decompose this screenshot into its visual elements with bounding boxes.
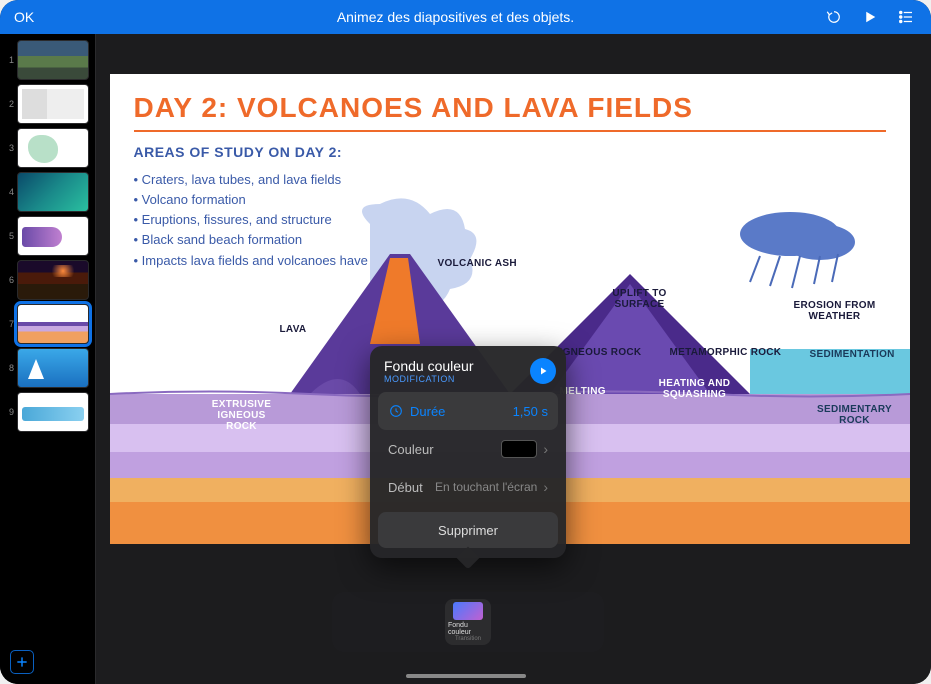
top-toolbar: OK Animez des diapositives et des objets… [0,0,931,34]
color-label: Couleur [388,442,434,457]
undo-icon[interactable] [825,8,843,26]
popover-title: Fondu couleur [384,358,530,374]
title-divider [134,130,886,132]
transition-swatch-icon [453,602,483,620]
toolbar-title: Animez des diapositives et des objets. [100,9,811,25]
label-volcanic-ash: VOLCANIC ASH [438,258,517,269]
label-sedimentation: SEDIMENTATION [810,349,895,360]
slide-number: 3 [2,143,14,153]
chevron-right-icon: › [543,441,548,457]
color-swatch [501,440,537,458]
add-slide-button[interactable] [10,650,34,674]
slide-navigator[interactable]: 1 2 3 4 5 6 7 8 9 [0,34,96,684]
duration-value: 1,50 s [513,404,548,419]
duration-row[interactable]: Durée 1,50 s [378,392,558,430]
start-row[interactable]: Début En touchant l'écran › [378,468,558,506]
start-value: En touchant l'écran [435,480,537,494]
slide-number: 4 [2,187,14,197]
slide-thumbnail-1[interactable] [17,40,89,80]
bullet-item: Craters, lava tubes, and lava fields [134,170,436,190]
slide-number: 2 [2,99,14,109]
label-heating: HEATING AND SQUASHING [655,378,735,400]
build-order-icon[interactable] [897,8,915,26]
chevron-right-icon: › [543,479,548,495]
slide-thumbnail-7[interactable] [17,304,89,344]
preview-button[interactable] [530,358,556,384]
transition-chip[interactable]: Fondu couleur Transition [445,599,491,645]
transition-chip-name: Fondu couleur [448,622,488,636]
slide-number: 1 [2,55,14,65]
slide-number: 9 [2,407,14,417]
slide-thumbnail-4[interactable] [17,172,89,212]
transition-chip-sub: Transition [455,636,481,642]
slide-number: 8 [2,363,14,373]
label-sedimentary: SEDIMENTARY ROCK [810,404,900,426]
slide-number: 7 [2,319,14,329]
popover-subtitle: MODIFICATION [384,374,530,384]
slide-thumbnail-6[interactable] [17,260,89,300]
slide-title[interactable]: DAY 2: VOLCANOES AND LAVA FIELDS [134,92,886,124]
home-indicator[interactable] [406,674,526,678]
label-igneous: IGNEOUS ROCK [560,347,642,358]
delete-button[interactable]: Supprimer [378,512,558,548]
play-icon[interactable] [861,8,879,26]
label-extrusive-igneous: EXTRUSIVE IGNEOUS ROCK [202,399,282,432]
slide-thumbnail-3[interactable] [17,128,89,168]
label-metamorphic: METAMORPHIC ROCK [670,347,782,358]
slide-thumbnail-9[interactable] [17,392,89,432]
slide-thumbnail-2[interactable] [17,84,89,124]
transition-bar[interactable]: Fondu couleur Transition [332,592,604,652]
label-erosion: EROSION FROM WEATHER [770,300,900,322]
ok-button[interactable]: OK [14,9,34,25]
slide-subtitle[interactable]: AREAS OF STUDY ON DAY 2: [134,144,343,160]
clock-icon [388,403,404,419]
label-melting: MELTING [560,386,606,397]
slide-thumbnail-5[interactable] [17,216,89,256]
label-lava: LAVA [280,324,307,335]
slide-number: 6 [2,275,14,285]
start-label: Début [388,480,423,495]
slide-thumbnail-8[interactable] [17,348,89,388]
transition-settings-popover: Fondu couleur MODIFICATION Durée 1,50 s … [370,346,566,558]
label-uplift: UPLIFT TO SURFACE [610,288,670,310]
slide-number: 5 [2,231,14,241]
duration-label: Durée [410,404,445,419]
keynote-app-window: OK Animez des diapositives et des objets… [0,0,931,684]
color-row[interactable]: Couleur › [378,430,558,468]
